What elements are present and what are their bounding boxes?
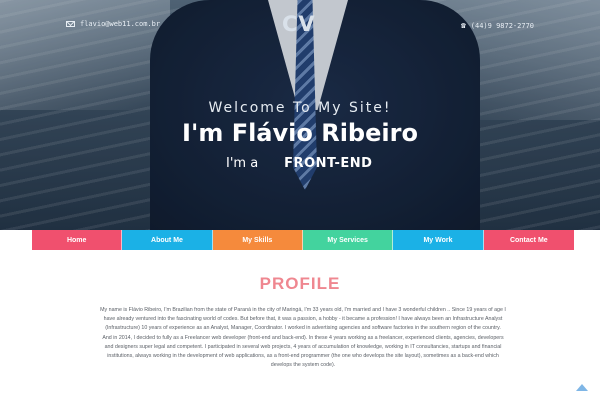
nav-my-services[interactable]: My Services bbox=[302, 230, 394, 250]
arrow-up-icon[interactable] bbox=[576, 382, 588, 392]
nav-my-work[interactable]: My Work bbox=[393, 230, 484, 250]
nav-my-skills[interactable]: My Skills bbox=[212, 230, 303, 250]
profile-title: PROFILE bbox=[259, 274, 341, 293]
header-email-text[interactable]: flavio@web11.com.br bbox=[80, 20, 160, 28]
header-email[interactable]: flavio@web11.com.br bbox=[66, 20, 160, 28]
mail-icon bbox=[66, 21, 75, 27]
profile-text: My name is Flávio Ribeiro, I'm Brazilian… bbox=[100, 307, 506, 369]
nav-contact-me[interactable]: Contact Me bbox=[483, 230, 574, 250]
site-logo[interactable]: CV bbox=[282, 12, 316, 36]
hero-name: I'm Flávio Ribeiro bbox=[182, 119, 418, 147]
header-phone-text[interactable]: (44)9 9872-2770 bbox=[471, 22, 534, 30]
main-nav: Home About Me My Skills My Services My W… bbox=[32, 230, 574, 250]
welcome-heading: Welcome To My Site! bbox=[208, 100, 392, 116]
role-word: FRONT-END bbox=[284, 156, 373, 171]
nav-about-me[interactable]: About Me bbox=[122, 230, 213, 250]
hero-role: I'm a FRONT-END bbox=[226, 156, 372, 171]
hero-banner: flavio@web11.com.br CV ☎ (44)9 9872-2770… bbox=[0, 0, 600, 230]
nav-home[interactable]: Home bbox=[32, 230, 123, 250]
phone-icon: ☎ bbox=[460, 21, 466, 30]
role-prefix: I'm a bbox=[226, 156, 259, 171]
header-phone[interactable]: ☎ (44)9 9872-2770 bbox=[460, 21, 534, 31]
